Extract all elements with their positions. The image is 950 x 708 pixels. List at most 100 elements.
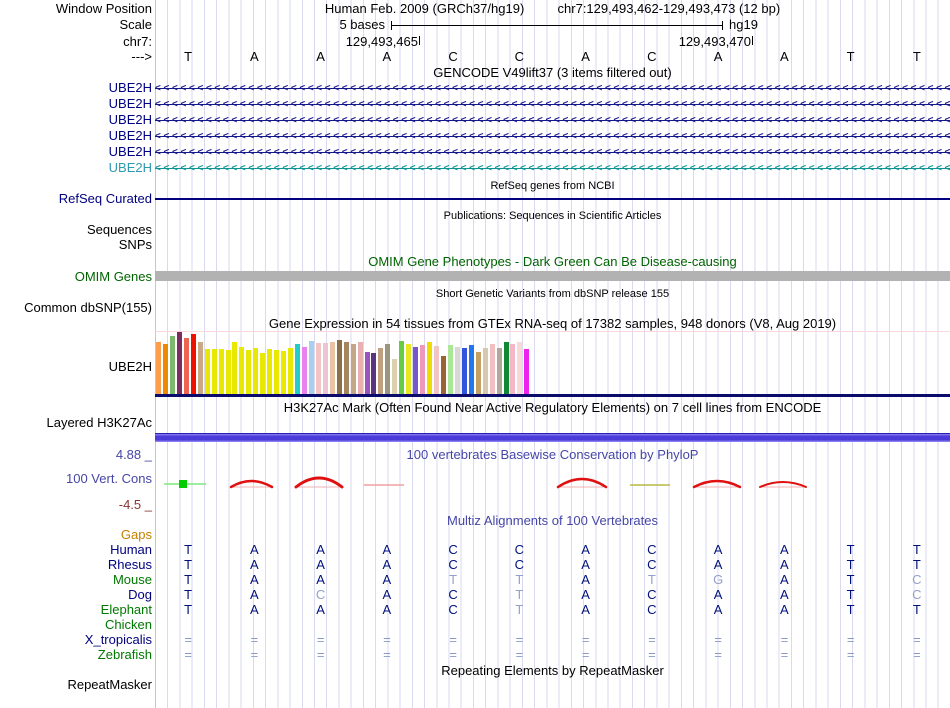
ruler-base-1: T: [184, 49, 193, 64]
gene-label-ube2h-2[interactable]: UBE2H: [109, 97, 152, 111]
aln-elephant-col2: A: [250, 602, 259, 617]
aln-x_tropicalis-col3: =: [316, 632, 325, 647]
aln-elephant-col5: C: [448, 602, 458, 617]
gtex-tissue-bar-12: [232, 342, 238, 394]
gene-row-ube2h-1[interactable]: <<<<<<<<<<<<<<<<<<<<<<<<<<<<<<<<<<<<<<<<…: [155, 81, 950, 96]
aln-dog-col3: C: [315, 587, 326, 602]
gtex-tissue-bar-27: [336, 340, 342, 394]
refseq-curated-label[interactable]: RefSeq Curated: [59, 192, 152, 206]
ruler-base-3: A: [316, 49, 325, 64]
species-label-dog[interactable]: Dog: [128, 588, 152, 602]
aln-human-col10: A: [780, 542, 789, 557]
aln-zebrafish-col11: =: [846, 647, 855, 662]
gene-row-ube2h-4[interactable]: <<<<<<<<<<<<<<<<<<<<<<<<<<<<<<<<<<<<<<<<…: [155, 129, 950, 144]
gtex-tissue-bar-18: [274, 350, 280, 394]
gene-row-ube2h-5[interactable]: <<<<<<<<<<<<<<<<<<<<<<<<<<<<<<<<<<<<<<<<…: [155, 145, 950, 160]
species-label-chicken[interactable]: Chicken: [105, 618, 152, 632]
left-strand-arrows: <<<<<<<<<<<<<<<<<<<<<<<<<<<<<<<<<<<<<<<<…: [155, 99, 950, 110]
snps-label[interactable]: SNPs: [119, 238, 152, 252]
genome-browser: Window Position Human Feb. 2009 (GRCh37/…: [0, 0, 950, 708]
aln-zebrafish-col5: =: [449, 647, 457, 662]
aln-mouse-col4: A: [382, 572, 392, 587]
gene-label-ube2h-1[interactable]: UBE2H: [109, 81, 152, 95]
species-label-zebrafish[interactable]: Zebrafish: [98, 648, 152, 662]
ruler-base-11: T: [846, 49, 855, 64]
gene-label-ube2h-3[interactable]: UBE2H: [109, 113, 152, 127]
publications-track-title[interactable]: Publications: Sequences in Scientific Ar…: [155, 209, 950, 223]
aln-zebrafish-col7: =: [581, 647, 590, 662]
gtex-tissue-bar-16: [260, 353, 266, 394]
h3k27ac-signal-bar[interactable]: [155, 433, 950, 442]
scale-bar-left-tick: [391, 21, 392, 30]
gtex-tissue-bar-32: [371, 353, 377, 394]
phylop-peak-arc-5: [556, 477, 608, 489]
gene-row-ube2h-2[interactable]: <<<<<<<<<<<<<<<<<<<<<<<<<<<<<<<<<<<<<<<<…: [155, 97, 950, 112]
species-label-elephant[interactable]: Elephant: [101, 603, 152, 617]
h3k27ac-track-title[interactable]: H3K27Ac Mark (Often Found Near Active Re…: [155, 401, 950, 415]
refseq-curated-gene-line[interactable]: [155, 198, 950, 200]
gtex-tissue-bar-46: [468, 345, 474, 394]
aln-zebrafish-col4: =: [383, 647, 391, 662]
gene-label-ube2h-6[interactable]: UBE2H: [109, 161, 152, 175]
layered-h3k27ac-label[interactable]: Layered H3K27Ac: [46, 416, 152, 430]
aln-rhesus-col4: A: [382, 557, 392, 572]
ruler-base-12: T: [912, 49, 921, 64]
aln-human-col12: T: [912, 542, 921, 557]
species-label-mouse[interactable]: Mouse: [113, 573, 152, 587]
aln-x_tropicalis-col12: =: [913, 632, 921, 647]
aln-mouse-col6: T: [515, 572, 524, 587]
gtex-tissue-bar-15: [253, 348, 259, 394]
species-label-rhesus[interactable]: Rhesus: [108, 558, 152, 572]
gene-row-ube2h-3[interactable]: <<<<<<<<<<<<<<<<<<<<<<<<<<<<<<<<<<<<<<<<…: [155, 113, 950, 128]
species-label-gaps[interactable]: Gaps: [121, 528, 152, 542]
repeatmasker-label[interactable]: RepeatMasker: [67, 678, 152, 692]
left-strand-arrows: <<<<<<<<<<<<<<<<<<<<<<<<<<<<<<<<<<<<<<<<…: [155, 131, 950, 142]
assembly-title: Human Feb. 2009 (GRCh37/hg19): [324, 1, 525, 16]
dbsnp-track-title[interactable]: Short Genetic Variants from dbSNP releas…: [155, 287, 950, 301]
aln-elephant-col4: A: [382, 602, 392, 617]
gene-row-ube2h-6[interactable]: <<<<<<<<<<<<<<<<<<<<<<<<<<<<<<<<<<<<<<<<…: [155, 161, 950, 176]
ruler-base-5: C: [448, 49, 458, 64]
gtex-tissue-bar-45: [461, 348, 467, 394]
refseq-track-title[interactable]: RefSeq genes from NCBI: [155, 179, 950, 193]
species-label-human[interactable]: Human: [110, 543, 152, 557]
omim-genes-label[interactable]: OMIM Genes: [75, 270, 152, 284]
aln-rhesus-col7: A: [581, 557, 590, 572]
gene-label-ube2h-4[interactable]: UBE2H: [109, 129, 152, 143]
gencode-track-title[interactable]: GENCODE V49lift37 (3 items filtered out): [155, 66, 950, 80]
gtex-tissue-bar-40: [427, 342, 433, 394]
gtex-tissue-bar-1: [156, 342, 161, 394]
common-dbsnp-label[interactable]: Common dbSNP(155): [24, 301, 152, 315]
phylop-track-title[interactable]: 100 vertebrates Basewise Conservation by…: [155, 448, 950, 462]
gtex-tissue-bar-4: [176, 332, 182, 394]
aln-mouse-col10: A: [780, 572, 789, 587]
aln-human-col2: A: [250, 542, 259, 557]
aln-rhesus-col12: T: [912, 557, 921, 572]
aln-human-col4: A: [382, 542, 392, 557]
left-strand-arrows: <<<<<<<<<<<<<<<<<<<<<<<<<<<<<<<<<<<<<<<<…: [155, 147, 950, 158]
gtex-tissue-bar-21: [295, 344, 300, 394]
gtex-track-title[interactable]: Gene Expression in 54 tissues from GTEx …: [155, 317, 950, 331]
species-label-x_tropicalis[interactable]: X_tropicalis: [85, 633, 152, 647]
gtex-tissue-bar-25: [322, 343, 328, 394]
omim-genes-bar[interactable]: [155, 271, 950, 281]
aln-zebrafish-col2: =: [250, 647, 259, 662]
ruler-base-10: A: [780, 49, 789, 64]
ruler-base-7: A: [581, 49, 590, 64]
phylop-signal[interactable]: [155, 462, 950, 512]
gene-label-ube2h-5[interactable]: UBE2H: [109, 145, 152, 159]
repeatmasker-track-title[interactable]: Repeating Elements by RepeatMasker: [155, 664, 950, 678]
sequences-label[interactable]: Sequences: [87, 223, 152, 237]
gtex-tissue-bar-10: [218, 349, 224, 394]
aln-human-col6: C: [514, 542, 525, 557]
gtex-gene-label[interactable]: UBE2H: [109, 360, 152, 374]
aln-mouse-col3: A: [316, 572, 325, 587]
aln-elephant-col3: A: [316, 602, 325, 617]
aln-human-col9: A: [713, 542, 723, 557]
aln-mouse-col2: A: [250, 572, 259, 587]
aln-dog-col12: C: [912, 587, 922, 602]
vert-cons-label[interactable]: 100 Vert. Cons: [66, 472, 152, 486]
omim-track-title[interactable]: OMIM Gene Phenotypes - Dark Green Can Be…: [155, 255, 950, 269]
multiz-track-title[interactable]: Multiz Alignments of 100 Vertebrates: [155, 514, 950, 528]
aln-elephant-col6: T: [515, 602, 524, 617]
